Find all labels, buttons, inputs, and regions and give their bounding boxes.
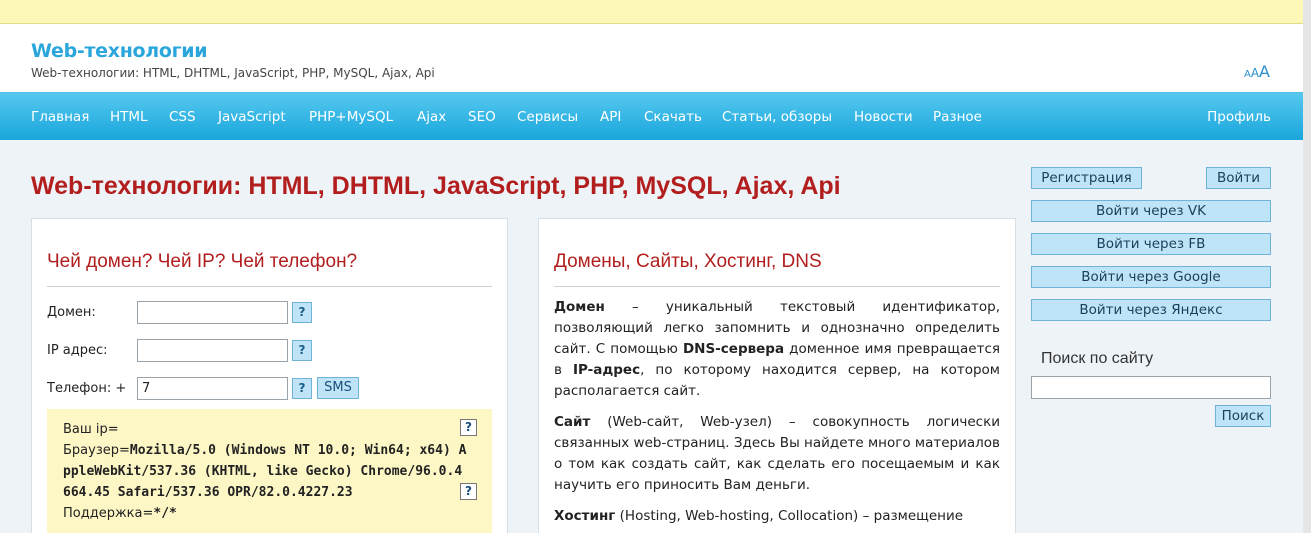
- login-fb-button[interactable]: Войти через FB: [1031, 233, 1271, 255]
- top-notice-stripe: [0, 0, 1303, 24]
- search-button[interactable]: Поиск: [1215, 405, 1271, 427]
- article-title: Домены, Сайты, Хостинг, DNS: [554, 251, 822, 272]
- support-label: Поддержка=: [63, 506, 154, 521]
- ip-help-button[interactable]: ?: [292, 340, 312, 361]
- lookup-card-title: Чей домен? Чей IP? Чей телефон?: [47, 251, 358, 272]
- article-text: (Hosting, Web-hosting, Collocation) – ра…: [615, 508, 964, 524]
- support-line: Поддержка=*/*: [63, 503, 476, 524]
- login-google-button[interactable]: Войти через Google: [1031, 266, 1271, 288]
- font-size-switcher: AAA: [1244, 62, 1270, 81]
- nav-item-seo[interactable]: SEO: [468, 109, 496, 125]
- font-size-large-button[interactable]: A: [1259, 62, 1270, 81]
- lookup-card: Чей домен? Чей IP? Чей телефон? Домен: ?…: [31, 218, 508, 533]
- font-size-medium-button[interactable]: A: [1251, 66, 1259, 80]
- ip-label: IP адрес:: [47, 343, 108, 358]
- article-paragraph-domain: Домен – уникальный текстовый идентификат…: [554, 297, 1000, 402]
- nav-item-home[interactable]: Главная: [31, 109, 89, 125]
- divider: [47, 286, 492, 287]
- support-value: */*: [153, 506, 177, 521]
- domain-label: Домен:: [47, 305, 96, 320]
- your-ip-label: Ваш ip=: [63, 422, 119, 437]
- page-title: Web-технологии: HTML, DHTML, JavaScript,…: [31, 172, 841, 200]
- site-logo-title[interactable]: Web-технологии: [31, 40, 208, 62]
- term-site: Сайт: [554, 414, 591, 430]
- sms-button[interactable]: SMS: [317, 377, 359, 399]
- browser-line: Браузер=Mozilla/5.0 (Windows NT 10.0; Wi…: [63, 440, 476, 503]
- nav-item-articles[interactable]: Статьи, обзоры: [722, 109, 832, 125]
- phone-label: Телефон: +: [47, 381, 127, 396]
- search-title: Поиск по сайту: [1041, 350, 1154, 367]
- article-paragraph-site: Сайт (Web-сайт, Web-узел) – совокупность…: [554, 412, 1000, 496]
- nav-item-profile[interactable]: Профиль: [1207, 109, 1271, 125]
- term-dns-server: DNS-сервера: [682, 341, 785, 357]
- vertical-scrollbar[interactable]: [1303, 0, 1311, 533]
- login-button[interactable]: Войти: [1206, 167, 1271, 189]
- main-content: Web-технологии: HTML, DHTML, JavaScript,…: [0, 140, 1303, 533]
- login-vk-button[interactable]: Войти через VK: [1031, 200, 1271, 222]
- font-size-small-button[interactable]: A: [1244, 69, 1251, 80]
- nav-item-download[interactable]: Скачать: [644, 109, 702, 125]
- nav-item-css[interactable]: CSS: [169, 109, 196, 125]
- phone-input[interactable]: [137, 377, 288, 400]
- divider: [554, 286, 1000, 287]
- client-info-box: Ваш ip= Браузер=Mozilla/5.0 (Windows NT …: [47, 409, 492, 533]
- nav-item-javascript[interactable]: JavaScript: [218, 109, 286, 125]
- term-ip-address: IP-адрес: [572, 362, 641, 378]
- browser-label: Браузер=: [63, 443, 130, 458]
- article-text: (Web-сайт, Web-узел) – совокупность логи…: [554, 414, 1000, 493]
- term-hosting: Хостинг: [554, 508, 616, 524]
- nav-item-html[interactable]: HTML: [110, 109, 148, 125]
- search-input[interactable]: [1031, 376, 1271, 399]
- article-card: Домены, Сайты, Хостинг, DNS Домен – уник…: [538, 218, 1016, 533]
- your-ip-line: Ваш ip=: [63, 419, 476, 440]
- domain-help-button[interactable]: ?: [292, 302, 312, 323]
- ip-input[interactable]: [137, 339, 288, 362]
- browser-info-help-button[interactable]: ?: [460, 483, 477, 500]
- nav-item-ajax[interactable]: Ajax: [417, 109, 446, 125]
- nav-item-misc[interactable]: Разное: [933, 109, 982, 125]
- site-header: Web-технологии Web-технологии: HTML, DHT…: [0, 24, 1303, 92]
- nav-item-php-mysql[interactable]: PHP+MySQL: [309, 109, 393, 125]
- phone-help-button[interactable]: ?: [292, 378, 312, 399]
- register-button[interactable]: Регистрация: [1031, 167, 1142, 189]
- site-subtitle: Web-технологии: HTML, DHTML, JavaScript,…: [31, 66, 435, 80]
- ip-info-help-button[interactable]: ?: [460, 419, 477, 436]
- login-yandex-button[interactable]: Войти через Яндекс: [1031, 299, 1271, 321]
- domain-input[interactable]: [137, 301, 288, 324]
- term-domain: Домен: [554, 299, 605, 315]
- nav-item-news[interactable]: Новости: [854, 109, 913, 125]
- nav-item-api[interactable]: API: [600, 109, 621, 125]
- main-navigation: Главная HTML CSS JavaScript PHP+MySQL Aj…: [0, 92, 1303, 140]
- nav-item-services[interactable]: Сервисы: [517, 109, 578, 125]
- article-paragraph-hosting: Хостинг (Hosting, Web-hosting, Collocati…: [554, 506, 1000, 527]
